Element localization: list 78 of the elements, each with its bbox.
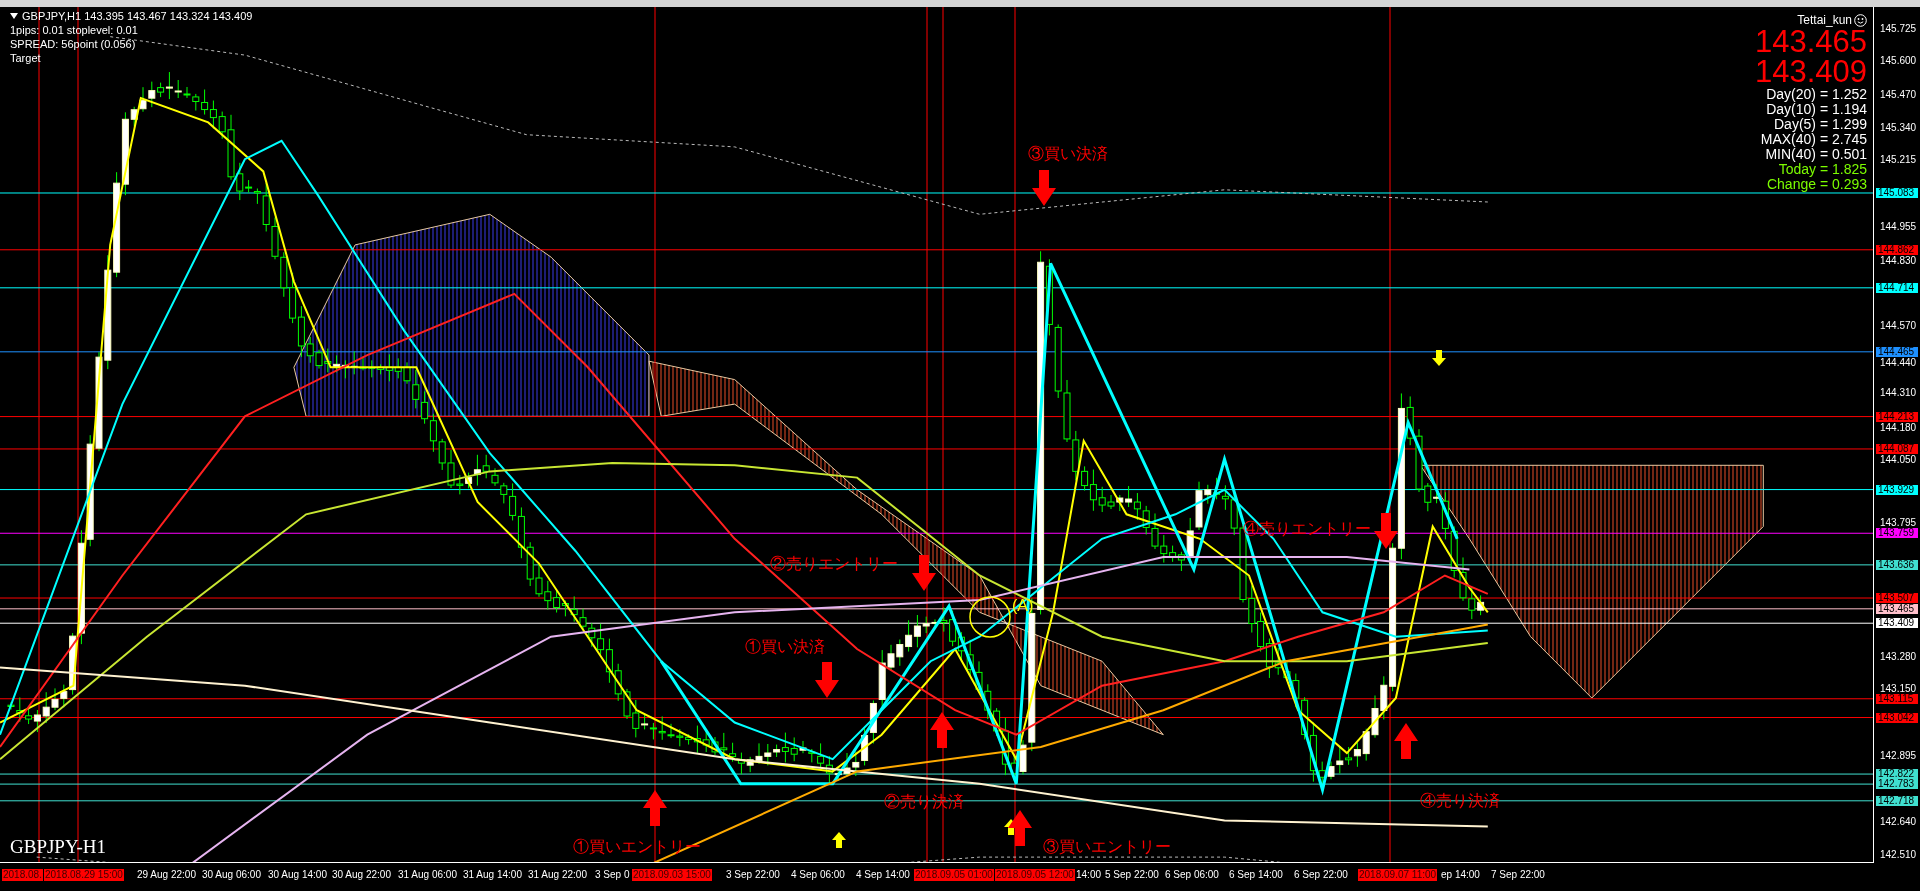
- price-tick: 144.050: [1880, 453, 1917, 465]
- time-label: 2018.09.07 11:00: [1358, 869, 1438, 881]
- info-text: 1pips: 0.01 stoplevel: 0.01: [10, 23, 139, 37]
- price-tick: 142.640: [1880, 815, 1917, 827]
- price-tick: 145.725: [1880, 23, 1917, 34]
- time-label: 30 Aug 22:00: [331, 869, 392, 881]
- price-level-label: 143.636: [1876, 559, 1918, 570]
- price-tick: 143.795: [1880, 517, 1917, 529]
- price-tick: 144.955: [1880, 220, 1917, 232]
- time-label: 30 Aug 14:00: [267, 869, 328, 881]
- price-tick: 144.830: [1880, 254, 1917, 266]
- price-level-label: 142.718: [1876, 795, 1918, 806]
- price-level-label: 143.759: [1876, 528, 1918, 539]
- bid-price: 143.465: [1754, 27, 1867, 57]
- chart-title: GBPJPY,H1 143.395 143.467 143.324 143.409: [22, 9, 253, 23]
- time-label: 31 Aug 06:00: [397, 869, 458, 881]
- price-tick: 144.180: [1880, 421, 1917, 433]
- time-label: 2018.09.05 01:00: [914, 869, 994, 881]
- price-level-label: 144.714: [1876, 282, 1918, 293]
- symbol-label: GBPJPY-H1: [10, 837, 107, 857]
- stat-text: Today = 1.825: [1778, 162, 1867, 177]
- time-label: 4 Sep 14:00: [855, 869, 911, 881]
- time-label: 2018.09.05 12:00: [995, 869, 1075, 881]
- price-level-label: 143.507: [1876, 593, 1918, 603]
- price-tick: 145.340: [1880, 121, 1917, 133]
- price-level-label: 143.042: [1876, 712, 1918, 723]
- price-tick: 144.440: [1880, 356, 1917, 368]
- stat-text: Change = 0.293: [1766, 177, 1867, 192]
- stat-text: MAX(40) = 2.745: [1760, 132, 1867, 147]
- trade-annotation: ①買いエントリー: [573, 838, 701, 856]
- price-level-label: 143.465: [1876, 603, 1918, 614]
- stat-text: Day(10) = 1.194: [1766, 102, 1867, 117]
- time-label: 3 Sep 0: [594, 869, 631, 881]
- stat-text: Day(20) = 1.252: [1766, 87, 1867, 102]
- user-name: Tettai_kun: [1797, 13, 1852, 27]
- price-level-label: 143.115: [1876, 693, 1918, 704]
- time-label: 6 Sep 22:00: [1293, 869, 1349, 881]
- price-level-label: 144.862: [1876, 244, 1918, 255]
- time-label: 5 Sep 22:00: [1104, 869, 1160, 881]
- price-tick: 145.600: [1880, 55, 1917, 67]
- time-label: 2018.08.: [2, 869, 43, 881]
- time-label: 2018.08.29 15:00: [44, 869, 124, 881]
- price-tick: 143.150: [1880, 682, 1917, 694]
- time-label: 7 Sep 22:00: [1490, 869, 1546, 881]
- time-label: 29 Aug 22:00: [136, 869, 197, 881]
- stat-text: MIN(40) = 0.501: [1765, 147, 1867, 162]
- ask-price: 143.409: [1754, 57, 1867, 87]
- trade-annotation: ③買いエントリー: [1043, 838, 1171, 856]
- time-label: 4 Sep 06:00: [790, 869, 846, 881]
- price-level-label: 144.087: [1876, 443, 1918, 454]
- price-level-label: 145.083: [1876, 188, 1918, 198]
- time-label: 31 Aug 14:00: [462, 869, 523, 881]
- time-label: 3 Sep 22:00: [725, 869, 781, 881]
- price-tick: 145.215: [1880, 154, 1917, 166]
- price-level-label: 143.929: [1876, 484, 1918, 495]
- price-tick: 144.570: [1880, 319, 1917, 331]
- price-level-label: 142.822: [1876, 769, 1918, 780]
- price-tick: 144.310: [1880, 386, 1917, 398]
- price-level-label: 143.409: [1876, 618, 1918, 629]
- time-label: 31 Aug 22:00: [527, 869, 588, 881]
- time-label: 2018.09.03 15:00: [632, 869, 712, 881]
- price-tick: 142.895: [1880, 750, 1917, 762]
- time-label: 30 Aug 06:00: [201, 869, 262, 881]
- price-level-label: 144.465: [1876, 346, 1918, 357]
- price-tick: 142.510: [1880, 849, 1917, 861]
- price-level-label: 142.783: [1876, 779, 1918, 790]
- info-text: Target: [10, 51, 42, 65]
- price-level-label: 144.213: [1876, 411, 1918, 422]
- time-label: 14:00: [1075, 869, 1103, 881]
- stat-text: Day(5) = 1.299: [1774, 117, 1867, 132]
- trade-annotation: ①買い決済: [745, 638, 825, 656]
- info-text: SPREAD: 56point (0.056): [10, 37, 137, 51]
- time-label: 6 Sep 14:00: [1228, 869, 1284, 881]
- time-label: 6 Sep 06:00: [1164, 869, 1220, 881]
- price-tick: 145.470: [1880, 88, 1917, 100]
- trade-annotation: ③買い決済: [1028, 145, 1108, 163]
- price-tick: 143.280: [1880, 651, 1917, 663]
- time-label: ep 14:00: [1440, 869, 1481, 881]
